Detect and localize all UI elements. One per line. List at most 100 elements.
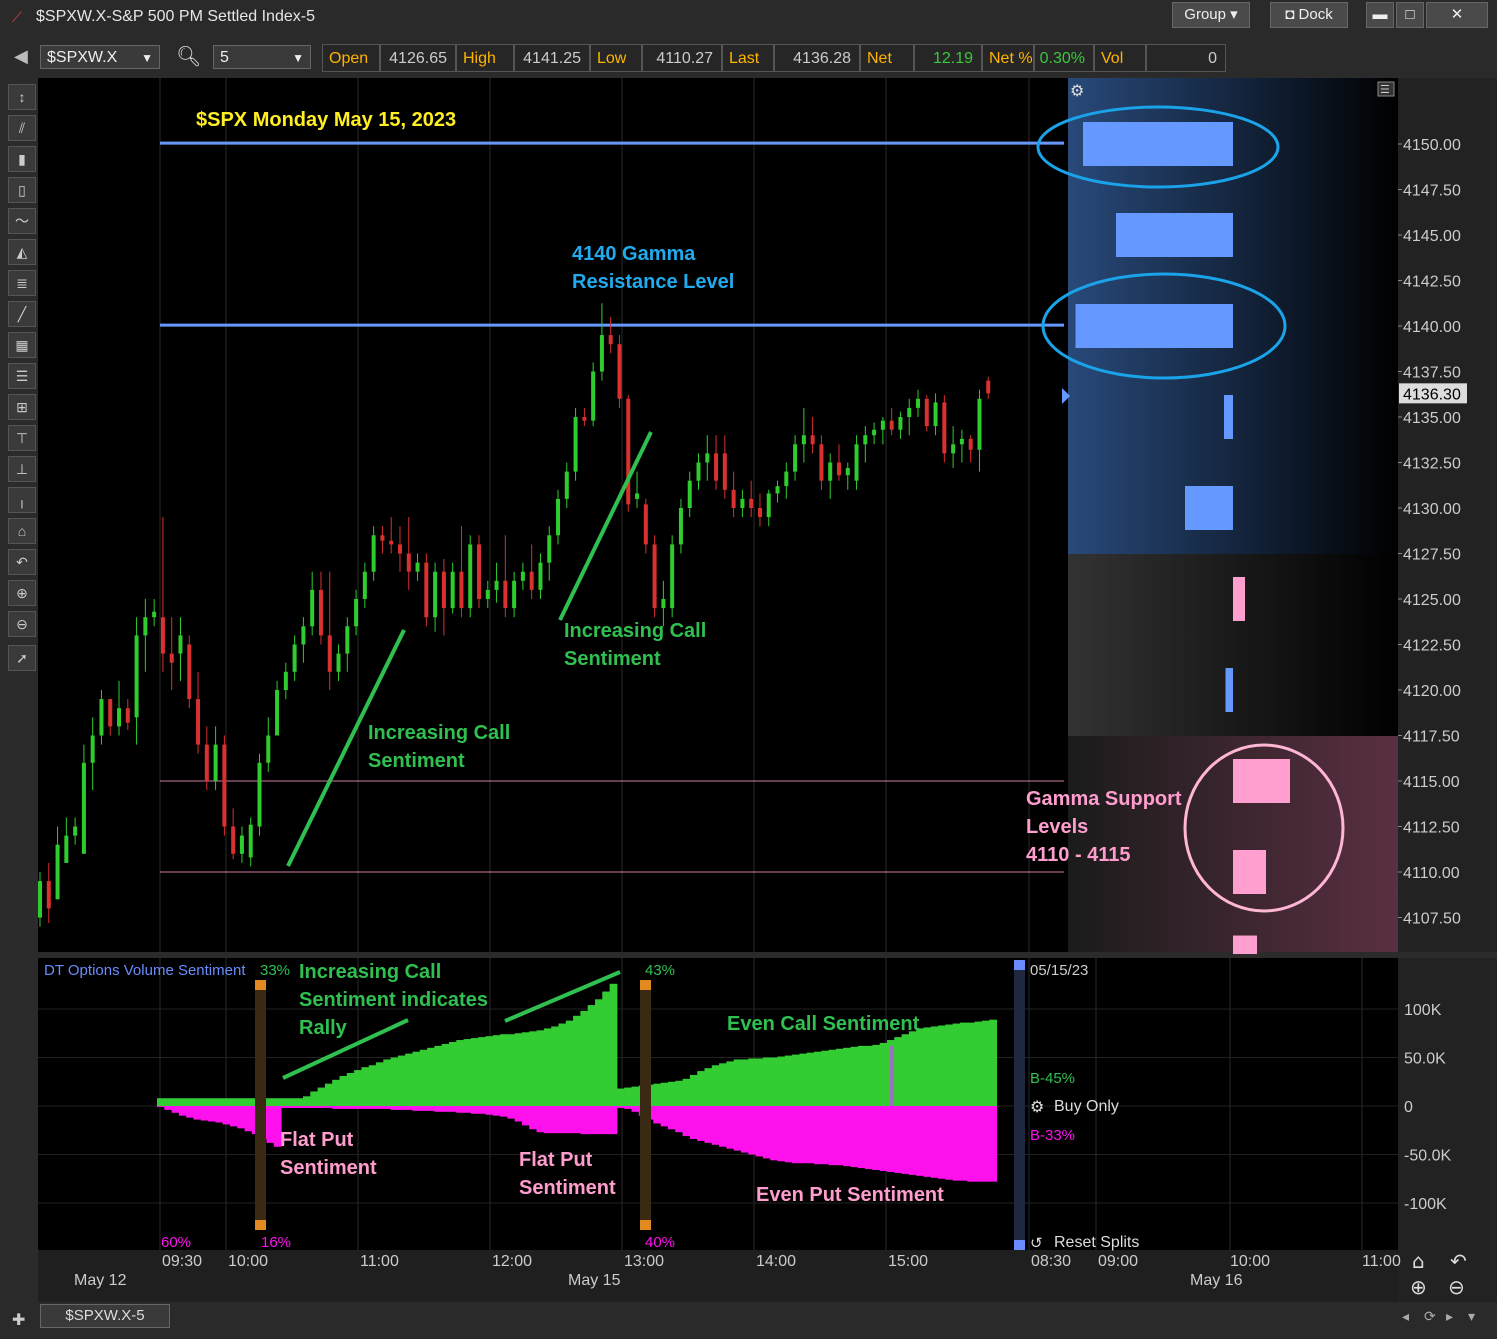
call-bar-19 <box>295 1098 304 1106</box>
quote-label-2: Low <box>590 44 642 72</box>
reset-icon[interactable]: ↺ <box>1030 1234 1043 1252</box>
zoom-out-icon[interactable]: ⊖ <box>1448 1275 1465 1299</box>
put-bar-34 <box>405 1106 413 1110</box>
collapse-left-icon[interactable]: ◀ <box>14 46 28 67</box>
time-tick-3: 12:00 <box>492 1253 532 1270</box>
call-bar-83 <box>762 1057 771 1106</box>
group-button[interactable]: Group ▾ <box>1172 2 1250 28</box>
call-bar-11 <box>237 1098 246 1106</box>
sentiment-chart[interactable]: 100K 50.0K 0 -50.0K -100K 09:30 10:00 11:00 12:0… <box>0 958 1497 1302</box>
close-button[interactable]: ✕ <box>1426 2 1488 28</box>
current-split-top-handle[interactable] <box>1014 960 1025 970</box>
put-bar-74 <box>697 1106 705 1141</box>
split-marker-1-bottom-handle[interactable] <box>255 1220 266 1230</box>
put-bar-41 <box>456 1106 465 1113</box>
current-split-bottom-handle[interactable] <box>1014 1240 1025 1250</box>
call-bar-22 <box>317 1087 326 1106</box>
call-bar-103 <box>908 1031 917 1106</box>
call-bar-80 <box>741 1059 749 1106</box>
gear-icon[interactable]: ⚙ <box>1070 81 1084 100</box>
split-marker-2-bottom-handle[interactable] <box>640 1220 651 1230</box>
call-bar-72 <box>682 1078 691 1106</box>
chart-tab[interactable]: $SPXW.X-5 <box>40 1304 170 1328</box>
quote-value-5: 0.30% <box>1034 44 1094 72</box>
call-bar-60 <box>595 999 603 1106</box>
call-bar-52 <box>536 1030 545 1106</box>
quote-label-0: Open <box>322 44 380 72</box>
put-bar-30 <box>376 1106 384 1109</box>
home-icon[interactable]: ⌂ <box>1412 1249 1425 1273</box>
call-bar-51 <box>529 1031 538 1106</box>
current-split-marker[interactable] <box>1014 960 1025 1250</box>
minimize-icon: ▬ <box>1372 6 1388 23</box>
split-marker-1-top-handle[interactable] <box>255 980 266 990</box>
call-bar-26 <box>346 1073 355 1106</box>
price-tick-6: 4135.00 <box>1403 410 1461 427</box>
scroll-left-icon[interactable]: ◂ <box>1402 1308 1409 1325</box>
scroll-right-icon[interactable]: ▸ <box>1446 1308 1453 1325</box>
split-marker-2-top-handle[interactable] <box>640 980 651 990</box>
scroll-down-icon[interactable]: ▾ <box>1468 1308 1475 1325</box>
put-bar-9 <box>222 1106 231 1125</box>
candle-44 <box>424 553 429 627</box>
put-bar-2 <box>171 1106 180 1113</box>
call-bar-95 <box>850 1046 859 1106</box>
price-chart[interactable]: ⚙ ☰ 4150.00 4147.50 4145.00 4142.50 4140.00 41… <box>0 78 1497 954</box>
symbol-input[interactable]: $SPXW.X ▼ <box>40 45 160 69</box>
quote-value-0: 4126.65 <box>380 44 456 72</box>
split-1-put: 16% <box>261 1234 291 1251</box>
gamma-bar-5 <box>1233 577 1245 621</box>
call-bar-59 <box>587 1005 596 1106</box>
call-bar-65 <box>631 1086 640 1106</box>
price-tick-0: 4150.00 <box>1403 137 1461 154</box>
call-bar-97 <box>865 1045 873 1106</box>
call-bar-3 <box>178 1098 187 1106</box>
call-bar-53 <box>543 1028 552 1106</box>
put-bar-50 <box>522 1106 530 1126</box>
maximize-button[interactable]: □ <box>1396 2 1424 28</box>
minimize-button[interactable]: ▬ <box>1366 2 1394 28</box>
marker-line <box>890 1046 894 1106</box>
split-marker-1[interactable] <box>255 980 266 1228</box>
sync-icon[interactable]: ⟳ <box>1424 1308 1436 1325</box>
call-bar-7 <box>208 1098 216 1106</box>
put-bar-1 <box>164 1106 173 1110</box>
candle-25 <box>257 753 262 836</box>
put-bar-83 <box>762 1106 771 1159</box>
put-bar-57 <box>573 1106 581 1134</box>
zoom-in-icon[interactable]: ⊕ <box>1410 1275 1427 1299</box>
gear-icon[interactable]: ⚙ <box>1030 1097 1044 1116</box>
call-bar-27 <box>354 1070 362 1106</box>
interval-input[interactable]: 5 ▼ <box>213 45 311 69</box>
split-marker-2[interactable] <box>640 980 651 1228</box>
dock-button[interactable]: ◘ Dock <box>1270 2 1348 28</box>
call-bar-36 <box>419 1049 428 1106</box>
date-tick-0: May 12 <box>74 1272 127 1289</box>
search-icon[interactable]: 🔍︎ <box>176 44 201 69</box>
call-bar-79 <box>733 1059 742 1106</box>
time-tick-9: 10:00 <box>1230 1253 1270 1270</box>
put-bar-104 <box>916 1106 924 1176</box>
put-bar-79 <box>733 1106 742 1151</box>
put-bar-91 <box>821 1106 830 1165</box>
add-tab-icon[interactable]: ✚ <box>12 1310 25 1330</box>
put-bar-89 <box>806 1106 815 1164</box>
call-bar-8 <box>215 1098 224 1106</box>
price-tick-10: 4125.00 <box>1403 592 1461 609</box>
put-bar-35 <box>412 1106 421 1111</box>
put-bar-43 <box>470 1106 479 1114</box>
call-bar-92 <box>828 1049 837 1106</box>
call-bar-104 <box>916 1028 924 1106</box>
put-bar-15 <box>266 1106 275 1143</box>
put-bar-86 <box>784 1106 793 1163</box>
reset-splits-label[interactable]: Reset Splits <box>1054 1234 1139 1251</box>
buy-only-label[interactable]: Buy Only <box>1054 1098 1119 1115</box>
price-tick-2: 4145.00 <box>1403 228 1461 245</box>
price-tick-14: 4115.00 <box>1403 774 1460 791</box>
undo-icon[interactable]: ↶ <box>1450 1249 1467 1273</box>
put-bar-40 <box>449 1106 457 1112</box>
put-bar-114 <box>989 1106 997 1182</box>
quote-label-1: High <box>456 44 514 72</box>
put-bar-55 <box>558 1106 567 1134</box>
sent-tick-4: -100K <box>1404 1196 1447 1213</box>
